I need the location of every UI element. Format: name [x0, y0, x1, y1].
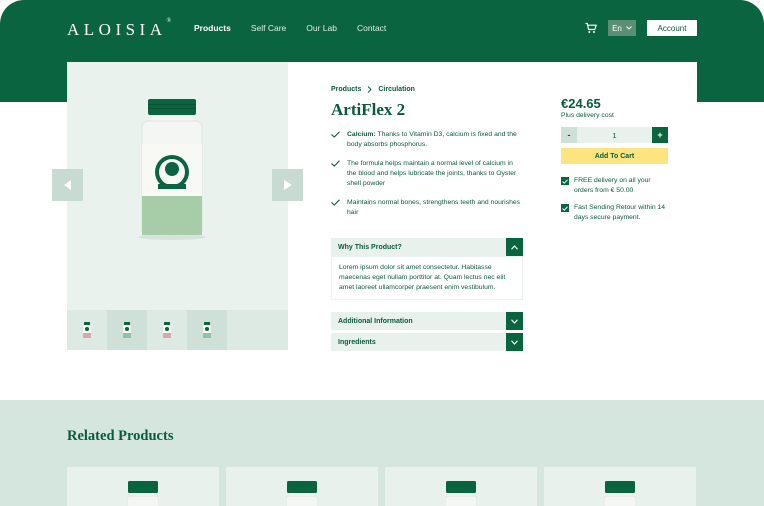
accordion-why-this-product: Why This Product? Lorem ipsum dolor sit …: [331, 238, 523, 300]
nav-self-care[interactable]: Self Care: [251, 23, 286, 33]
nav-contact[interactable]: Contact: [357, 23, 386, 33]
chevron-down-icon[interactable]: [506, 312, 523, 330]
accordion-header[interactable]: Why This Product?: [331, 238, 523, 256]
perk-item: Fast Sending Retour within 14 days secur…: [561, 203, 668, 223]
thumbnail-image: [163, 322, 171, 338]
thumbnail[interactable]: [147, 310, 187, 350]
thumbnail[interactable]: [187, 310, 227, 350]
accordion-ingredients: Ingredients: [331, 333, 523, 351]
feature-list: Calcium: Thanks to Vitamin D3, calcium i…: [331, 130, 523, 218]
chevron-left-icon: [63, 180, 71, 190]
thumbnail[interactable]: [67, 310, 107, 350]
perk-text: FREE delivery on all your orders from € …: [574, 177, 651, 194]
related-product-card[interactable]: [544, 467, 696, 506]
language-value: En: [612, 23, 622, 33]
feature-item: Maintains normal bones, strengthens teet…: [331, 198, 523, 218]
chevron-down-icon: [626, 26, 632, 30]
related-product-image: [604, 481, 636, 506]
increment-button[interactable]: +: [651, 127, 668, 143]
accordion-body: Lorem ipsum dolor sit amet consectetur. …: [331, 256, 523, 300]
nav-products[interactable]: Products: [194, 23, 231, 33]
product-image: [138, 99, 206, 240]
accordion-title: Additional Information: [338, 317, 413, 325]
checkbox-checked-icon: [561, 177, 569, 185]
accordion-additional-information: Additional Information: [331, 312, 523, 330]
related-product-image: [286, 481, 318, 506]
thumbnail-image: [123, 322, 131, 338]
breadcrumb-circulation[interactable]: Circulation: [378, 86, 415, 93]
account-button[interactable]: Account: [647, 20, 697, 36]
shipping-note: Plus delivery cost: [561, 112, 614, 119]
thumbnail-image: [83, 322, 91, 338]
chevron-up-icon[interactable]: [506, 238, 523, 256]
quantity-value[interactable]: 1: [612, 131, 616, 140]
chevron-down-icon[interactable]: [506, 333, 523, 351]
related-product-image: [445, 481, 477, 506]
perk-item: FREE delivery on all your orders from € …: [561, 176, 668, 196]
cart-icon[interactable]: [585, 22, 597, 34]
chevron-right-icon: [283, 180, 292, 190]
check-icon: [331, 131, 340, 138]
thumbnail-strip: [67, 310, 288, 350]
related-product-card[interactable]: [67, 467, 219, 506]
accordion-header[interactable]: Ingredients: [331, 333, 523, 351]
purchase-panel: €24.65 Plus delivery cost - 1 + Add To C…: [561, 96, 668, 223]
related-product-card[interactable]: [385, 467, 537, 506]
quantity-stepper: - 1 +: [561, 127, 668, 143]
related-title: Related Products: [67, 428, 174, 444]
product-title: ArtiFlex 2: [331, 100, 406, 119]
chevron-right-icon: [367, 86, 373, 93]
accordion-header[interactable]: Additional Information: [331, 312, 523, 330]
thumbnail-image: [203, 322, 211, 338]
feature-item: The formula helps maintain a normal leve…: [331, 159, 523, 189]
decrement-button[interactable]: -: [561, 127, 577, 143]
check-icon: [331, 160, 340, 167]
feature-item: Calcium: Thanks to Vitamin D3, calcium i…: [331, 130, 523, 150]
accordion-title: Ingredients: [338, 338, 376, 346]
gallery-next-button[interactable]: [272, 169, 303, 201]
brand-logo[interactable]: ALOISIA®: [67, 18, 171, 40]
checkbox-checked-icon: [561, 204, 569, 212]
perk-text: Fast Sending Retour within 14 days secur…: [574, 204, 666, 221]
product-info: Products Circulation ArtiFlex 2 Calcium:…: [331, 86, 523, 227]
main-nav: Products Self Care Our Lab Contact: [194, 23, 386, 33]
related-product-image: [127, 481, 159, 506]
breadcrumb-products[interactable]: Products: [331, 86, 361, 93]
accordion-title: Why This Product?: [338, 243, 402, 251]
check-icon: [331, 199, 340, 206]
breadcrumb: Products Circulation: [331, 86, 523, 93]
add-to-cart-button[interactable]: Add To Cart: [561, 148, 668, 164]
price: €24.65: [561, 96, 601, 111]
related-product-card[interactable]: [226, 467, 378, 506]
thumbnail[interactable]: [107, 310, 147, 350]
nav-our-lab[interactable]: Our Lab: [306, 23, 337, 33]
gallery-prev-button[interactable]: [52, 169, 83, 201]
language-select[interactable]: En: [608, 20, 636, 36]
